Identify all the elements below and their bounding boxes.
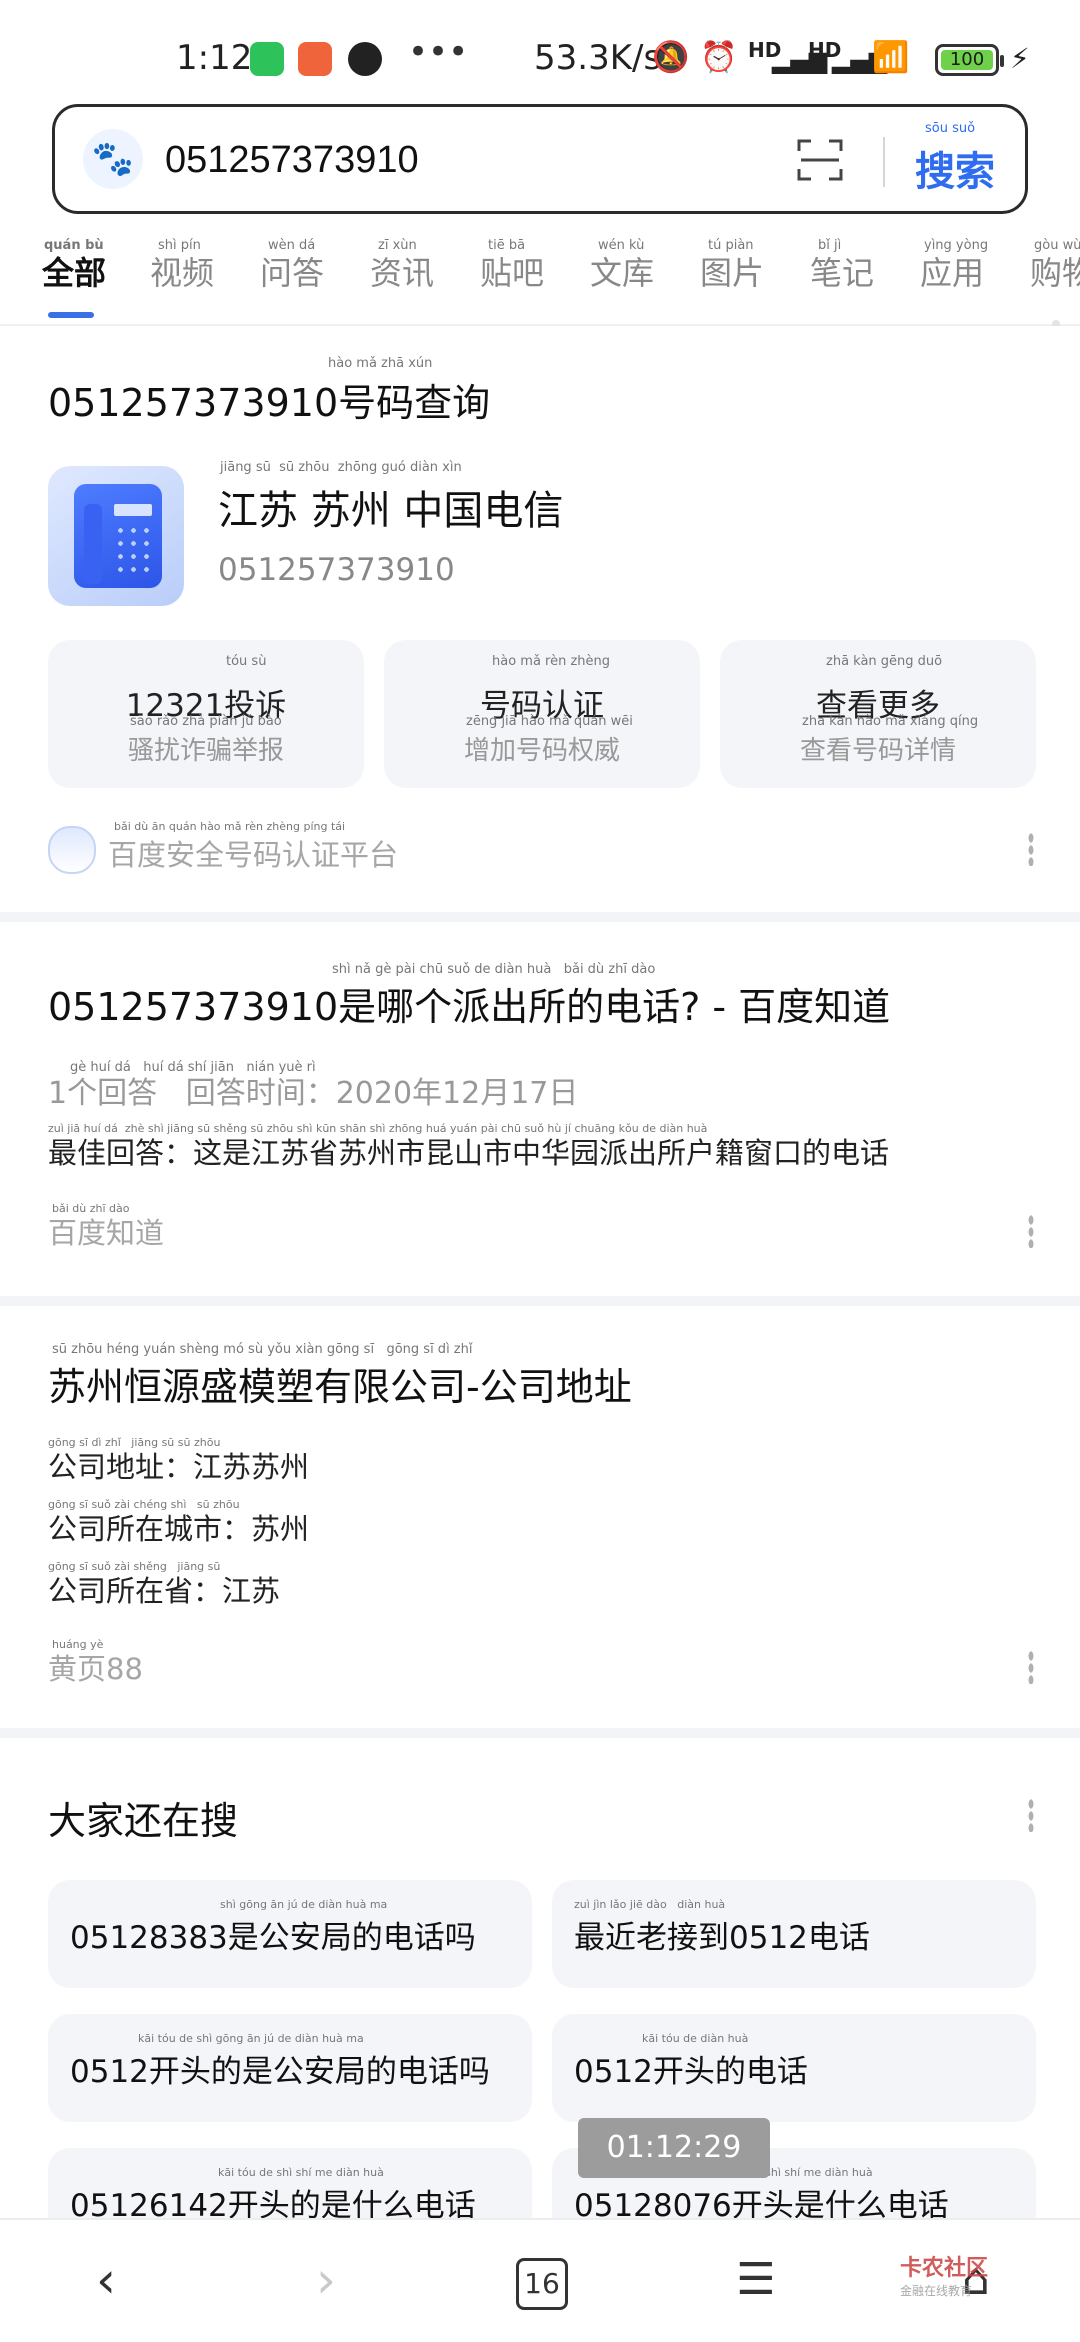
related-searches-card: 大家还在搜 shì gōng ān jú de diàn huà ma 0512… [0,1738,1080,2256]
card4-more-icon[interactable] [1028,1798,1034,1832]
company-result-card: sū zhōu héng yuán shèng mó sù yǒu xiàn g… [0,1306,1080,1726]
tab-active-indicator [48,312,94,318]
search-button-pinyin: sōu suǒ [925,121,976,136]
menu-icon[interactable]: ☰ [726,2250,786,2310]
qq-icon [348,42,382,76]
card3-line-province: gōng sī suǒ zài shěng jiāng sū 公司所在省：江苏 [48,1560,281,1608]
card2-more-icon[interactable] [1028,1214,1034,1248]
more-notifications-icon: ••• [408,32,469,72]
complaint-button[interactable]: tóu sù 12321投诉 sāo rǎo zhà piàn jǔ bào 骚… [48,640,364,788]
battery-level: 100 [941,50,993,70]
search-input[interactable] [163,129,767,191]
card2-meta: gè huí dá huí dá shí jiān nián yuè rì 1个… [48,1060,579,1111]
tab-qa[interactable]: wèn dá 问答 [260,238,324,294]
tab-shopping[interactable]: gòu wù购物 [1030,238,1080,294]
number-verify-button[interactable]: hào mǎ rèn zhèng 号码认证 zēng jiā hào mǎ qu… [384,640,700,788]
search-button[interactable]: sōu suǒ 搜索 [915,117,1025,207]
card3-more-icon[interactable] [1028,1650,1034,1684]
card1-number: 051257373910 [218,552,455,588]
related-search-chip[interactable]: kāi tóu de diàn huà 0512开头的电话 [552,2014,1036,2122]
card2-answer[interactable]: zuì jiā huí dá zhè shì jiāng sū shěng sū… [48,1122,889,1172]
baidu-security-avatar [48,826,96,874]
related-searches-title: 大家还在搜 [48,1799,239,1843]
tab-video[interactable]: shì pín 视频 [150,238,214,294]
number-lookup-card: hào mǎ zhā xún 051257373910号码查询 [0,326,1080,906]
watermark: 卡农社区 金融在线教育 [900,2256,989,2298]
related-search-chip[interactable]: shì gōng ān jú de diàn huà ma 05128383是公… [48,1880,532,1988]
separator [0,1728,1080,1738]
separator [0,912,1080,922]
tab-images[interactable]: tú piàn 图片 [700,238,764,294]
bottom-navigation: ‹ › 16 ☰ ⌂ 卡农社区 金融在线教育 [0,2218,1080,2342]
search-button-label: 搜索 [915,149,995,195]
separator [0,1296,1080,1306]
alarm-icon: ⏰ [700,40,738,75]
back-icon[interactable]: ‹ [76,2250,136,2310]
tab-notes[interactable]: bǐ jì 笔记 [810,238,874,294]
tab-count-button[interactable]: 16 [516,2258,568,2310]
time-toast: 01:12:29 [578,2118,770,2178]
forward-icon[interactable]: › [296,2250,356,2310]
card3-source[interactable]: huáng yè 黄页88 [48,1638,143,1688]
app-notification-icon [298,42,332,76]
tab-tieba[interactable]: tiē bā 贴吧 [480,238,544,294]
wechat-icon [250,42,284,76]
mute-icon: 🔕 [652,40,690,75]
status-time: 1:12 [176,38,253,78]
card2-source[interactable]: bǎi dù zhī dào 百度知道 [48,1202,164,1252]
telephone-icon [48,466,184,606]
category-tabs: quán bù 全部 shì pín 视频 wèn dá 问答 zī xùn 资讯 ti… [0,228,1080,326]
zhidao-result-card: shì nǎ gè pài chū suǒ de diàn huà bǎi dù… [0,922,1080,1292]
battery-icon: 100 [935,44,1004,76]
search-bar: 🐾 sōu suǒ 搜索 [52,104,1028,214]
charging-icon: ⚡ [1010,42,1030,75]
card2-title[interactable]: shì nǎ gè pài chū suǒ de diàn huà bǎi dù… [48,962,890,1031]
card1-title[interactable]: hào mǎ zhā xún 051257373910号码查询 [48,356,490,427]
related-search-chip[interactable]: kāi tóu de shì gōng ān jú de diàn huà ma… [48,2014,532,2122]
card1-source[interactable]: bǎi dù ān quán hào mǎ rèn zhèng píng tái… [108,820,398,872]
view-more-button[interactable]: zhā kàn gēng duō 查看更多 zhā kàn hào mǎ xiá… [720,640,1036,788]
card1-more-icon[interactable] [1028,832,1034,866]
baidu-paw-icon[interactable]: 🐾 [83,129,143,189]
scan-icon[interactable] [795,135,845,185]
tab-wenku[interactable]: wén kù 文库 [590,238,654,294]
carrier-location: jiāng sū sū zhōu zhōng guó diàn xìn 江苏 苏… [218,460,564,534]
tab-all[interactable]: quán bù 全部 [42,238,106,294]
tab-apps[interactable]: yìng yòng 应用 [920,238,988,294]
wifi-icon: 📶 [872,40,910,75]
related-search-chip[interactable]: zuì jìn lǎo jiē dào diàn huà 最近老接到0512电话 [552,1880,1036,1988]
card3-line-address: gōng sī dì zhǐ jiāng sū sū zhōu 公司地址：江苏苏… [48,1436,310,1484]
network-speed: 53.3K/s [534,38,662,78]
card3-line-city: gōng sī suǒ zài chéng shì sū zhōu 公司所在城市… [48,1498,310,1546]
tab-news[interactable]: zī xùn 资讯 [370,238,434,294]
card3-title[interactable]: sū zhōu héng yuán shèng mó sù yǒu xiàn g… [48,1342,632,1411]
search-divider [883,137,885,187]
status-bar: 1:12 ••• 53.3K/s 🔕 ⏰ HD ▂▄▆ HD ▂▄▆ 📶 100… [0,0,1080,100]
